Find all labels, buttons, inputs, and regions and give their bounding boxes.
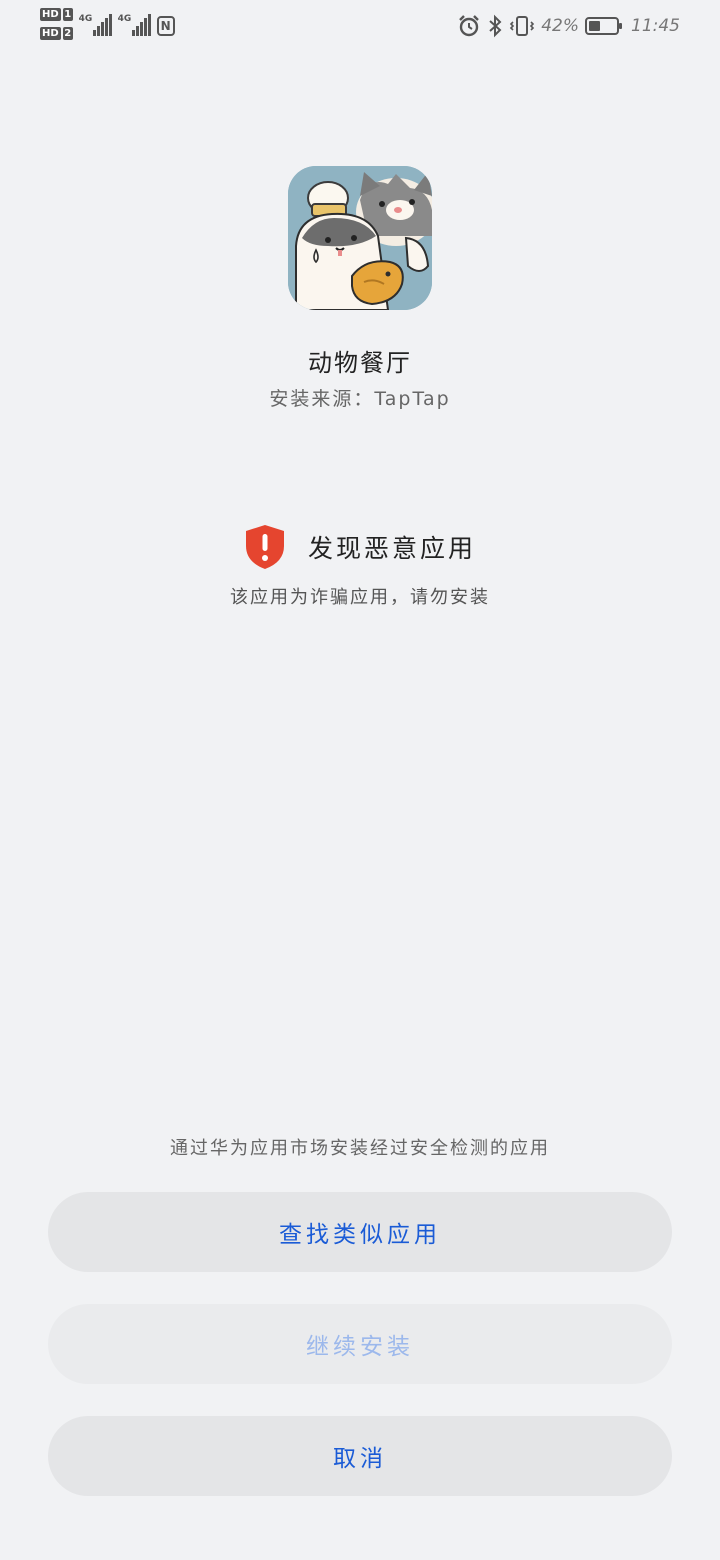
clock: 11:45 (631, 16, 680, 36)
status-bar: HD 1 HD 2 4G 4G N 42% 11:45 (0, 0, 720, 56)
nfc-icon: N (156, 16, 175, 36)
sim1-badge: HD 1 (40, 8, 73, 21)
sim1-number: 1 (62, 8, 73, 21)
app-icon-illustration (288, 166, 432, 310)
status-bar-right: 42% 11:45 (457, 14, 680, 38)
battery-icon (585, 17, 622, 35)
sim-badges: HD 1 HD 2 (40, 8, 73, 40)
sim2-hd-label: HD (40, 27, 61, 40)
signal-1-tag: 4G (78, 14, 93, 24)
signal-1-icon: 4G (79, 8, 112, 36)
find-similar-apps-button[interactable]: 查找类似应用 (48, 1192, 672, 1272)
install-warning-page: HD 1 HD 2 4G 4G N 42% 11:45 动物餐厅 安装来源：Ta… (0, 0, 720, 1560)
cancel-button[interactable]: 取消 (48, 1416, 672, 1496)
install-source: 安装来源：TapTap (269, 388, 451, 410)
sim2-badge: HD 2 (40, 27, 73, 40)
malware-warning: 发现恶意应用 (0, 524, 720, 570)
appgallery-hint: 通过华为应用市场安装经过安全检测的应用 (170, 1138, 550, 1159)
sim2-number: 2 (62, 27, 73, 40)
app-name: 动物餐厅 (308, 349, 412, 377)
continue-install-button[interactable]: 继续安装 (48, 1304, 672, 1384)
sim1-hd-label: HD (40, 8, 61, 21)
alarm-icon (459, 15, 480, 37)
vibrate-icon (510, 16, 535, 36)
app-icon (288, 166, 432, 310)
warning-description: 该应用为诈骗应用，请勿安装 (230, 587, 490, 608)
battery-percent: 42% (541, 16, 579, 36)
warning-title: 发现恶意应用 (307, 534, 476, 563)
shield-alert-icon (245, 525, 284, 569)
status-bar-left: HD 1 HD 2 4G 4G N (40, 8, 175, 40)
signal-2-icon: 4G (118, 8, 151, 36)
battery-fill (589, 21, 600, 31)
bluetooth-icon (489, 14, 502, 38)
signal-2-tag: 4G (117, 14, 132, 24)
